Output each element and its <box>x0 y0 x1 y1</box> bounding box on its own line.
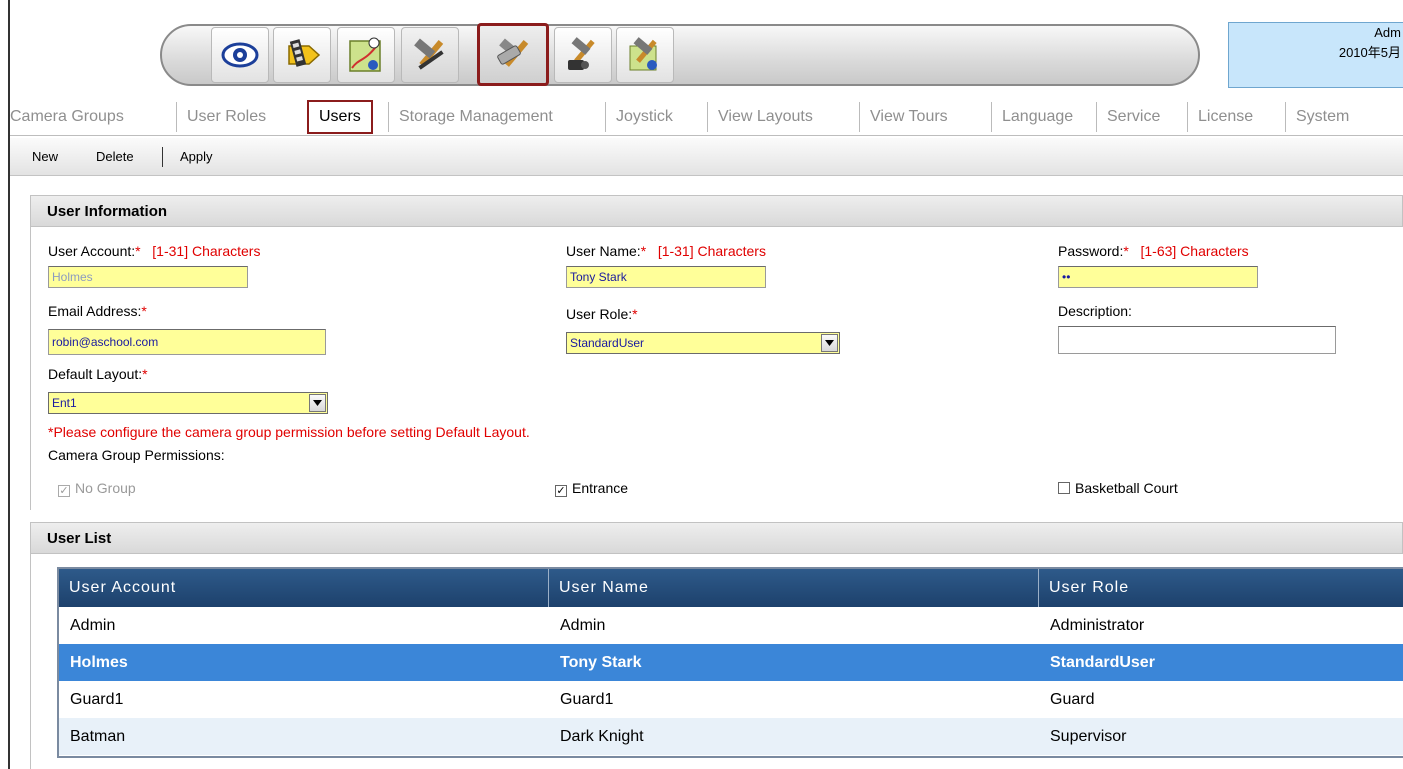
hammer-icon <box>414 38 444 70</box>
checkbox-checked-disabled-icon: ✓ <box>58 485 70 497</box>
cell-user-name: Admin <box>560 617 606 634</box>
checkbox-unchecked-icon <box>1058 482 1070 494</box>
user-account-label: User Account:* [1-31] Characters <box>48 243 261 259</box>
default-layout-label: Default Layout:* <box>48 366 148 382</box>
cell-user-role: StandardUser <box>1050 654 1155 671</box>
user-status-name: Adm <box>1374 25 1401 40</box>
table-row[interactable]: Admin Admin Administrator <box>59 607 1403 644</box>
map-icon <box>349 37 381 72</box>
emap-button[interactable] <box>337 27 395 83</box>
cell-user-name: Dark Knight <box>560 728 644 745</box>
checkbox-checked-icon: ✓ <box>555 485 567 497</box>
table-header: User Account User Name User Role <box>59 569 1403 607</box>
tab-language[interactable]: Language <box>991 102 1083 132</box>
tab-storage-management[interactable]: Storage Management <box>388 102 563 132</box>
eye-icon <box>221 42 259 68</box>
tab-service[interactable]: Service <box>1096 102 1170 132</box>
email-field[interactable]: robin@aschool.com <box>48 329 326 355</box>
table-row-selected[interactable]: Holmes Tony Stark StandardUser <box>59 644 1403 681</box>
cell-user-name: Tony Stark <box>560 654 642 671</box>
password-field[interactable]: •• <box>1058 266 1258 288</box>
cell-user-account: Holmes <box>70 654 128 671</box>
settings-button[interactable] <box>401 27 459 83</box>
user-role-label: User Role:* <box>566 306 638 322</box>
default-layout-select[interactable]: Ent1 <box>48 392 328 414</box>
live-view-button[interactable] <box>211 27 269 83</box>
tab-view-layouts[interactable]: View Layouts <box>707 102 823 132</box>
user-account-field[interactable]: Holmes <box>48 266 248 288</box>
description-field[interactable] <box>1058 326 1336 354</box>
tab-bar: Camera Groups User Roles Users Storage M… <box>10 98 1403 136</box>
user-name-field[interactable]: Tony Stark <box>566 266 766 288</box>
email-label: Email Address:* <box>48 303 147 319</box>
description-label: Description: <box>1058 303 1132 319</box>
map-tools-icon <box>629 37 657 71</box>
tab-system[interactable]: System <box>1285 102 1359 132</box>
tools-icon <box>496 38 528 67</box>
default-layout-warning: *Please configure the camera group permi… <box>48 424 530 440</box>
administration-button[interactable] <box>477 23 549 86</box>
default-layout-value: Ent1 <box>52 396 77 410</box>
table-row[interactable]: Batman Dark Knight Supervisor <box>59 718 1403 755</box>
table-row[interactable]: Guard1 Guard1 Guard <box>59 681 1403 718</box>
cell-user-role: Administrator <box>1050 617 1145 634</box>
column-header-user-account[interactable]: User Account <box>59 569 549 607</box>
cell-user-role: Guard <box>1050 691 1095 708</box>
cell-user-account: Batman <box>70 728 126 745</box>
user-list-header: User List <box>30 522 1403 554</box>
delete-button[interactable]: Delete <box>96 138 134 176</box>
apply-button[interactable]: Apply <box>180 138 213 176</box>
user-information-header: User Information <box>30 195 1403 227</box>
column-header-user-name[interactable]: User Name <box>549 569 1039 607</box>
camera-tools-icon <box>568 37 595 70</box>
user-role-value: StandardUser <box>570 336 645 350</box>
user-table: User Account User Name User Role Admin A… <box>57 567 1403 758</box>
tab-joystick[interactable]: Joystick <box>605 102 683 132</box>
chevron-down-icon[interactable] <box>821 334 838 352</box>
cell-user-account: Guard1 <box>70 691 124 708</box>
password-label: Password:* [1-63] Characters <box>1058 243 1249 259</box>
tab-license[interactable]: License <box>1187 102 1263 132</box>
user-role-select[interactable]: StandardUser <box>566 332 840 354</box>
playback-button[interactable] <box>273 27 331 83</box>
new-button[interactable]: New <box>32 138 58 176</box>
tools-camera-button[interactable] <box>554 27 612 83</box>
tab-users[interactable]: Users <box>307 100 373 134</box>
user-name-label: User Name:* [1-31] Characters <box>566 243 766 259</box>
permission-entrance[interactable]: ✓ Entrance <box>555 480 628 497</box>
tab-view-tours[interactable]: View Tours <box>859 102 958 132</box>
permission-no-group[interactable]: ✓ No Group <box>58 480 136 497</box>
tab-user-roles[interactable]: User Roles <box>176 102 276 132</box>
cell-user-name: Guard1 <box>560 691 614 708</box>
permission-basketball-court[interactable]: Basketball Court <box>1058 480 1178 496</box>
user-status-panel: Adm 2010年5月 <box>1228 22 1403 88</box>
command-bar: New Delete Apply <box>10 138 1403 176</box>
tab-divider <box>10 135 1403 136</box>
tab-camera-groups[interactable]: Camera Groups <box>10 102 134 132</box>
user-status-date: 2010年5月 <box>1338 45 1401 60</box>
cell-user-role: Supervisor <box>1050 728 1127 745</box>
film-tag-icon <box>288 39 321 67</box>
cell-user-account: Admin <box>70 617 116 634</box>
column-header-user-role[interactable]: User Role <box>1039 569 1403 607</box>
camera-group-permissions-label: Camera Group Permissions: <box>48 447 225 463</box>
command-separator <box>162 147 163 167</box>
chevron-down-icon[interactable] <box>309 394 326 412</box>
tools-map-button[interactable] <box>616 27 674 83</box>
